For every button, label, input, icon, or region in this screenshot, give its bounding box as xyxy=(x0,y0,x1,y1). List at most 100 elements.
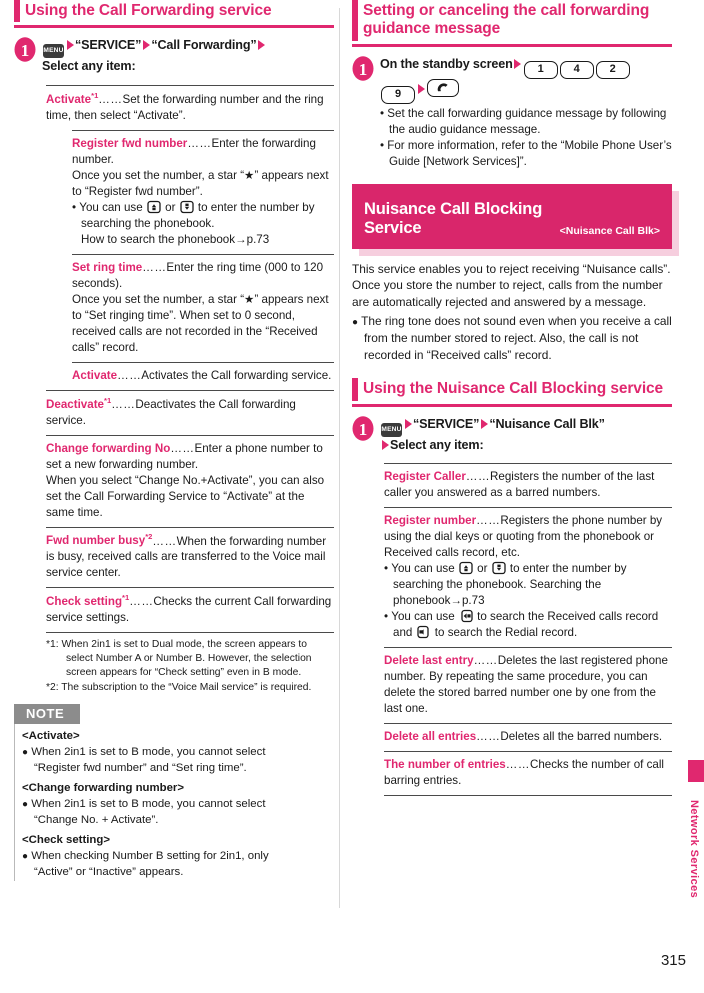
item-term: Change forwarding No xyxy=(46,441,171,455)
arrow-icon xyxy=(258,40,266,51)
dial-key-9-icon[interactable]: 9 xyxy=(381,85,415,104)
leader-dots: …… xyxy=(476,514,501,528)
item-register-number: Register number……Registers the phone num… xyxy=(384,507,672,647)
step-part-service: “SERVICE” xyxy=(413,416,480,431)
item-delete-all-entries: Delete all entries……Deletes all the barr… xyxy=(384,723,672,751)
intro-bullet: ● The ring tone does not sound even when… xyxy=(352,314,672,363)
dial-key-1-icon[interactable]: 1 xyxy=(523,60,558,79)
phonebook-down-key-icon[interactable] xyxy=(180,200,194,214)
item-term: Fwd number busy*2 xyxy=(46,532,153,548)
step-1-call-forwarding: 1 MENU “SERVICE” “Call Forwarding” Select a… xyxy=(14,37,334,76)
item-extra-line: When you select “Change No.+Activate”, y… xyxy=(46,473,325,519)
item-list-bottom-rule xyxy=(384,795,672,797)
arrow-icon xyxy=(417,83,425,94)
dial-key-2-icon[interactable]: 2 xyxy=(595,60,630,79)
svg-text:1: 1 xyxy=(359,60,368,79)
item-bullet: • You can use or to enter the number by … xyxy=(72,200,334,248)
side-tab-label: Network Services xyxy=(688,800,700,899)
note-bullet-cont: “Change No. + Activate”. xyxy=(34,814,159,827)
item-term: Check setting*1 xyxy=(46,593,130,609)
note-heading: <Activate> xyxy=(22,730,80,743)
call-forwarding-item-list: Activate*1……Set the forwarding number an… xyxy=(46,85,334,632)
item-delete-last-entry: Delete last entry……Deletes the last regi… xyxy=(384,647,672,723)
arrow-icon xyxy=(514,58,522,69)
leader-dots: …… xyxy=(476,730,501,744)
item-extra-line: Once you set the number, a star “★” appe… xyxy=(72,292,329,354)
leader-dots: …… xyxy=(473,654,498,668)
item-term: Activate xyxy=(72,368,118,382)
note-bullet-cont: “Register fwd number” and “Set ring time… xyxy=(34,762,247,775)
item-body: Activates the Call forwarding service. xyxy=(141,368,332,382)
intro-paragraph: This service enables you to reject recei… xyxy=(352,261,671,310)
right-column: Setting or canceling the call forwarding… xyxy=(352,0,679,797)
leader-dots: …… xyxy=(170,441,195,455)
footnote-1: *1: When 2in1 is set to Dual mode, the s… xyxy=(46,639,312,678)
block-heading-nuisance-call-blocking: Nuisance Call Blocking Service <Nuisance… xyxy=(352,183,679,256)
menu-key-icon[interactable]: MENU xyxy=(381,422,402,437)
section-heading-using-nuisance-call-blocking: Using the Nuisance Call Blocking service xyxy=(352,378,672,407)
svg-text:1: 1 xyxy=(21,41,30,60)
step-bullet: • Set the call forwarding guidance messa… xyxy=(380,106,667,136)
item-term: Register Caller xyxy=(384,470,466,484)
leader-dots: …… xyxy=(465,470,491,484)
item-register-fwd-number: Register fwd number……Enter the forwardin… xyxy=(72,129,334,254)
item-term: Deactivate*1 xyxy=(46,395,112,411)
item-term: Set ring time xyxy=(72,260,143,274)
item-deactivate: Deactivate*1……Deactivates the Call forwa… xyxy=(46,389,334,435)
step-part-nuisance: “Nuisance Call Blk” xyxy=(489,416,605,431)
item-term: The number of entries xyxy=(384,758,506,772)
svg-text:1: 1 xyxy=(359,420,368,439)
note-bullet: ● When checking Number B setting for 2in… xyxy=(22,850,269,863)
item-term: Activate*1 xyxy=(46,91,99,107)
step-1-text: MENU “SERVICE” “Call Forwarding” Select any… xyxy=(42,37,334,76)
item-term: Delete all entries xyxy=(384,730,477,744)
phonebook-up-key-icon[interactable] xyxy=(459,561,473,575)
page-number: 315 xyxy=(660,952,686,969)
circled-number-1-icon: 1 xyxy=(14,37,36,62)
note-bullet: ● When 2in1 is set to B mode, you cannot… xyxy=(22,746,266,759)
item-term: Register fwd number xyxy=(72,136,188,150)
manual-page: Using the Call Forwarding service 1 MENU… xyxy=(0,0,704,993)
arrow-icon xyxy=(66,40,74,51)
item-bullet-cont: How to search the phonebook→p.73 xyxy=(81,232,270,246)
arrow-icon xyxy=(404,418,412,429)
side-tab-marker xyxy=(688,760,704,782)
step-1-nuisance-call-blk: 1 MENU “SERVICE” “Nuisance Call Blk” Select… xyxy=(352,415,672,455)
received-calls-key-icon[interactable] xyxy=(459,609,473,623)
leader-dots: …… xyxy=(152,534,177,548)
section-heading-call-forwarding: Using the Call Forwarding service xyxy=(14,0,334,29)
item-change-forwarding-no: Change forwarding No……Enter a phone numb… xyxy=(46,434,334,527)
item-register-caller: Register Caller……Registers the number of… xyxy=(384,463,672,507)
step-part-call-forwarding: “Call Forwarding” xyxy=(151,38,257,53)
redial-key-icon[interactable] xyxy=(416,625,431,639)
dial-key-4-icon[interactable]: 4 xyxy=(559,60,594,79)
section-heading-text: Setting or canceling the call forwarding… xyxy=(363,2,650,38)
note-label: NOTE xyxy=(14,704,81,725)
note-box: NOTE <Activate> ● When 2in1 is set to B … xyxy=(14,704,334,882)
circled-number-1-icon: 1 xyxy=(352,55,374,81)
block-heading-subtitle: <Nuisance Call Blk> xyxy=(559,224,660,237)
nuisance-call-item-list: Register Caller……Registers the number of… xyxy=(384,463,672,797)
note-bullet: ● When 2in1 is set to B mode, you cannot… xyxy=(22,798,266,811)
item-bullet-cont: phonebook→p.73 xyxy=(393,594,485,608)
phonebook-down-key-icon[interactable] xyxy=(492,561,506,575)
note-heading: <Change forwarding number> xyxy=(22,782,185,795)
phonebook-up-key-icon[interactable] xyxy=(147,200,161,214)
circled-number-1-icon: 1 xyxy=(352,415,374,441)
step-lead: On the standby screen xyxy=(380,56,513,71)
bullet-dot-icon: ● xyxy=(22,799,29,811)
leader-dots: …… xyxy=(187,136,212,150)
arrow-icon xyxy=(480,418,488,429)
block-heading-inner: Nuisance Call Blocking Service <Nuisance… xyxy=(352,183,672,249)
bullet-dot-icon: ● xyxy=(352,317,359,329)
item-body: Deletes all the barred numbers. xyxy=(500,730,663,744)
section-heading-text: Using the Nuisance Call Blocking service xyxy=(363,380,664,398)
call-key-icon[interactable] xyxy=(427,78,459,97)
menu-key-icon[interactable]: MENU xyxy=(43,44,64,59)
left-column: Using the Call Forwarding service 1 MENU… xyxy=(14,0,334,882)
item-term: Register number xyxy=(384,514,477,528)
item-activate: Activate*1……Set the forwarding number an… xyxy=(46,85,334,130)
item-fwd-number-busy: Fwd number busy*2……When the forwarding n… xyxy=(46,526,334,588)
item-bullet: • You can use or to enter the number by … xyxy=(384,561,672,609)
step-part-service: “SERVICE” xyxy=(75,38,142,53)
